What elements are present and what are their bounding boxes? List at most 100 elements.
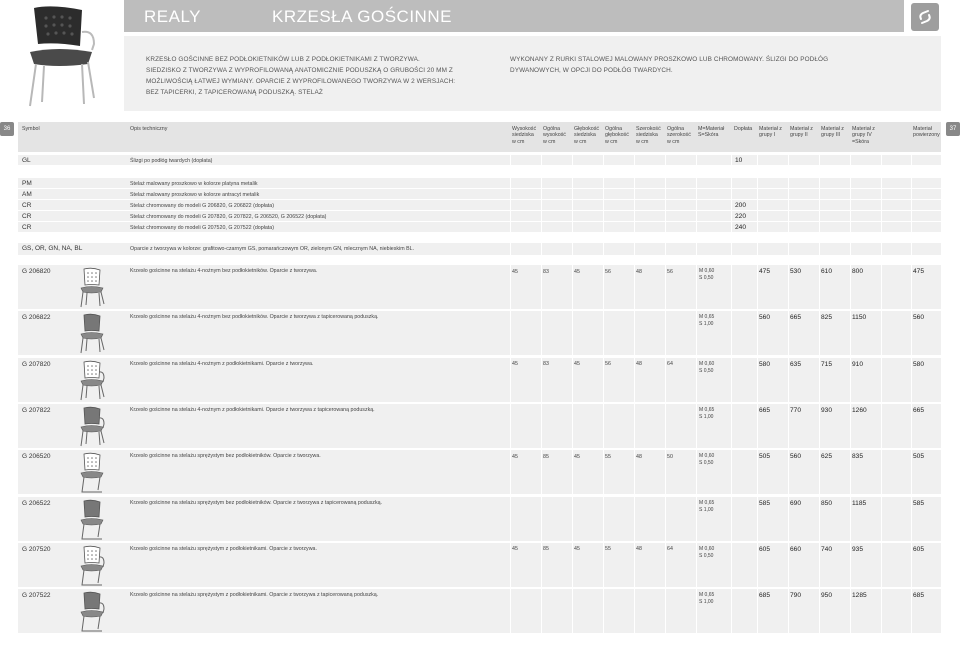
product-material-factor: M 0,65 <box>699 406 715 413</box>
product-price: 1285 <box>852 592 867 600</box>
product-price: 585 <box>913 499 925 507</box>
column-divider <box>665 211 666 221</box>
product-code: G 206522 <box>22 499 51 507</box>
product-price: 580 <box>759 360 771 368</box>
column-divider <box>731 542 732 587</box>
column-divider <box>881 243 882 255</box>
column-divider <box>572 403 573 448</box>
column-divider <box>696 155 697 165</box>
product-dimension: 45 <box>574 453 580 460</box>
column-divider <box>850 496 851 541</box>
column-divider <box>819 189 820 199</box>
col-symbol: Symbol <box>22 126 40 132</box>
column-divider <box>731 211 732 221</box>
column-divider <box>819 178 820 188</box>
column-divider <box>510 178 511 188</box>
option-code: GS, OR, GN, NA, BL <box>22 245 83 252</box>
column-divider <box>881 189 882 199</box>
product-dimension: 48 <box>636 268 642 275</box>
column-divider <box>603 311 604 356</box>
section-title: KRZESŁA GOŚCINNE <box>272 7 452 26</box>
chair-thumbnail <box>80 360 105 400</box>
column-divider <box>510 311 511 356</box>
column-divider <box>603 178 604 188</box>
col-g1: Materiał z grupy I <box>759 126 782 139</box>
chair-thumbnail <box>80 591 105 632</box>
product-price: 740 <box>821 545 833 553</box>
column-divider <box>788 155 789 165</box>
column-divider <box>911 243 912 255</box>
product-row: G 207820 Krzesło gościnne na stelażu 4-no… <box>18 357 941 402</box>
column-divider <box>731 189 732 199</box>
column-divider <box>634 189 635 199</box>
column-divider <box>572 589 573 634</box>
column-divider <box>696 265 697 309</box>
option-description: Stelaż malowany proszkowo w kolorze plat… <box>130 180 258 187</box>
column-divider <box>731 357 732 402</box>
column-divider <box>541 178 542 188</box>
product-material-factor: M 0,65 <box>699 592 715 599</box>
product-row: G 206822 Krzesło gościnne na stelażu 4-no… <box>18 311 941 356</box>
product-row: G 206522 Krzesło gościnne na stelażu sprę… <box>18 496 941 541</box>
option-code: AM <box>22 191 32 198</box>
column-divider <box>603 200 604 210</box>
product-price: 560 <box>759 314 771 322</box>
column-divider <box>603 189 604 199</box>
product-dimension: 83 <box>543 268 549 275</box>
product-price: 475 <box>759 268 771 275</box>
column-divider <box>850 357 851 402</box>
column-divider <box>696 589 697 634</box>
column-divider <box>572 496 573 541</box>
option-surcharge: 200 <box>735 201 747 209</box>
product-price: 625 <box>821 453 833 461</box>
option-description: Stelaż chromowany do modeli G 207520, G … <box>130 224 274 231</box>
column-divider <box>788 189 789 199</box>
option-row: GS, OR, GN, NA, BL Oparcie z tworzywa w k… <box>18 243 941 255</box>
column-divider <box>541 357 542 402</box>
product-code: G 207522 <box>22 592 51 600</box>
column-divider <box>788 589 789 634</box>
column-divider <box>634 178 635 188</box>
col-g4: Materiał z grupy IV =Skóra <box>852 126 875 145</box>
product-price: 770 <box>790 406 802 414</box>
column-divider <box>541 311 542 356</box>
column-divider <box>757 589 758 634</box>
column-divider <box>881 450 882 495</box>
product-price: 475 <box>913 268 925 275</box>
chair-thumbnail <box>80 452 104 493</box>
column-divider <box>572 178 573 188</box>
option-code: CR <box>22 202 32 209</box>
column-divider <box>603 403 604 448</box>
column-divider <box>665 589 666 634</box>
header-bar: REALY KRZESŁA GOŚCINNE <box>124 0 904 32</box>
product-price: 1260 <box>852 406 867 414</box>
column-divider <box>696 243 697 255</box>
column-divider <box>510 542 511 587</box>
column-divider <box>696 450 697 495</box>
column-divider <box>788 265 789 309</box>
column-divider <box>850 311 851 356</box>
column-divider <box>819 211 820 221</box>
product-price: 610 <box>821 268 833 275</box>
column-divider <box>541 265 542 309</box>
col-h3: Głębokość siedziska w cm <box>574 126 600 145</box>
product-description: Krzesło gościnne na stelażu 4-nożnym bez… <box>130 314 379 321</box>
product-price: 690 <box>790 499 802 507</box>
column-divider <box>757 189 758 199</box>
column-divider <box>819 265 820 309</box>
column-divider <box>788 496 789 541</box>
column-divider <box>788 178 789 188</box>
column-divider <box>850 155 851 165</box>
column-divider <box>572 542 573 587</box>
column-divider <box>603 589 604 634</box>
column-divider <box>603 211 604 221</box>
column-divider <box>850 589 851 634</box>
column-divider <box>541 200 542 210</box>
product-dimension: 45 <box>574 268 580 275</box>
option-description: Ślizgi po podłóg twardych (dopłata) <box>130 157 213 164</box>
page-number-right: 37 <box>946 122 960 136</box>
product-dimension: 45 <box>574 546 580 553</box>
column-divider <box>572 450 573 495</box>
column-divider <box>757 311 758 356</box>
column-divider <box>572 200 573 210</box>
